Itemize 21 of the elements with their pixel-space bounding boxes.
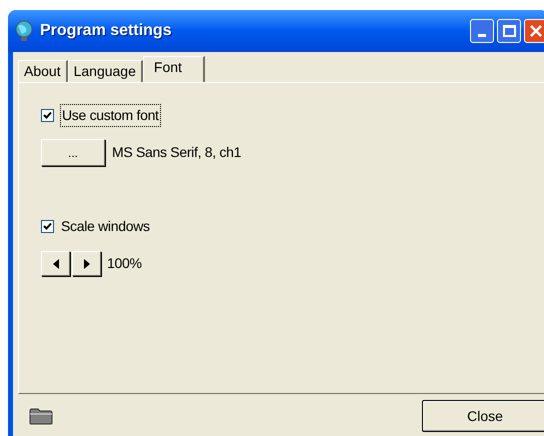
tab[interactable]: Font	[142, 56, 205, 82]
maximize-button[interactable]	[497, 19, 521, 43]
tab[interactable]: About	[18, 60, 68, 82]
decrease-button[interactable]	[41, 251, 70, 276]
window-title: Program settings	[40, 21, 172, 41]
scale-value: 100%	[107, 254, 142, 273]
minimize-button[interactable]	[470, 19, 494, 43]
font-button[interactable]: ...	[41, 139, 105, 166]
left-arrow-icon	[52, 258, 58, 268]
checkbox-label[interactable]: Use custom font	[60, 104, 161, 127]
tab[interactable]: Language	[68, 60, 143, 82]
close-button[interactable]: Close	[422, 400, 544, 432]
folder-icon[interactable]	[29, 407, 53, 425]
right-arrow-icon	[84, 258, 90, 268]
checkbox[interactable]	[41, 220, 54, 233]
checkbox[interactable]	[41, 109, 54, 122]
font-name: MS Sans Serif, 8, ch1	[112, 143, 242, 162]
increase-button[interactable]	[72, 251, 101, 276]
close-icon[interactable]	[524, 19, 544, 43]
checkbox-label[interactable]: Scale windows	[61, 216, 150, 237]
globe-icon	[14, 20, 34, 42]
